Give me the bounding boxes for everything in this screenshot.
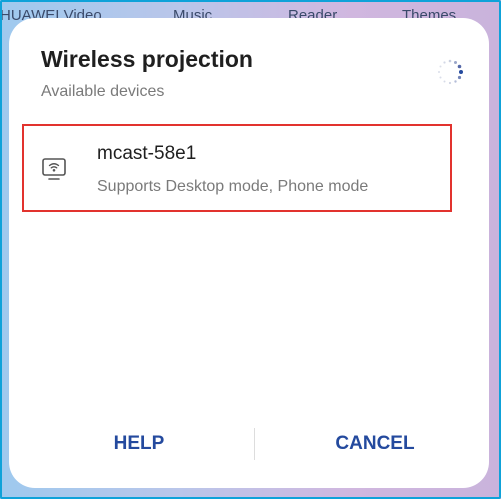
device-description: Supports Desktop mode, Phone mode — [97, 178, 369, 195]
dialog-title: Wireless projection — [41, 46, 253, 72]
screen-frame: HUAWEI Video Music Reader Themes Wireles… — [0, 0, 501, 499]
button-divider — [254, 428, 255, 460]
device-list-item[interactable]: mcast-58e1 Supports Desktop mode, Phone … — [22, 124, 452, 212]
dialog-subtitle: Available devices — [41, 83, 165, 100]
cancel-button[interactable]: CANCEL — [295, 426, 455, 462]
cast-screen-icon — [42, 158, 66, 180]
help-button[interactable]: HELP — [69, 426, 209, 462]
device-name: mcast-58e1 — [97, 143, 197, 164]
loading-spinner-icon — [438, 59, 463, 85]
wireless-projection-dialog: Wireless projection Available devices mc… — [9, 18, 489, 488]
